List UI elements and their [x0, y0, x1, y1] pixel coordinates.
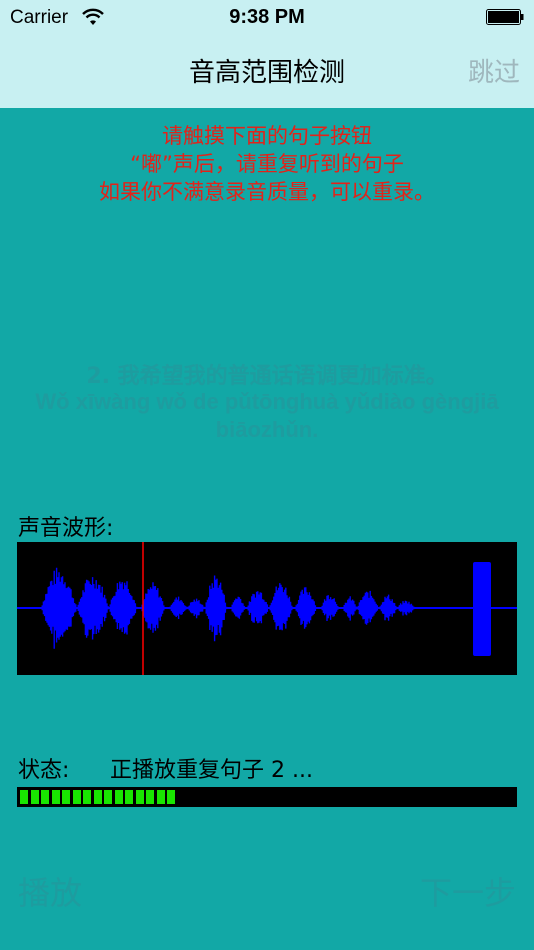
- instructions: 请触摸下面的句子按钮 “嘟”声后，请重复听到的句子 如果你不满意录音质量，可以重…: [0, 122, 534, 206]
- battery-icon: [486, 9, 524, 25]
- progress-segment: [62, 790, 70, 804]
- progress-segment: [114, 790, 123, 804]
- progress-segment: [72, 790, 81, 804]
- status-text: 正播放重复句子 2 ...: [110, 758, 313, 783]
- skip-button[interactable]: 跳过: [468, 52, 520, 89]
- progress-fill: [17, 787, 182, 807]
- waveform-beep: [473, 562, 491, 656]
- next-button[interactable]: 下一步: [420, 868, 516, 914]
- progress-bar: [17, 787, 517, 807]
- progress-segment: [41, 790, 49, 804]
- play-button[interactable]: 播放: [18, 868, 82, 914]
- progress-segment: [20, 790, 28, 804]
- status-bar: Carrier 9:38 PM: [0, 0, 534, 38]
- clock: 9:38 PM: [229, 6, 305, 28]
- sentence-button-chinese[interactable]: 2. 我希望我的普通话语调更加标准。: [0, 358, 534, 390]
- progress-segment: [167, 790, 175, 804]
- progress-segment: [135, 790, 144, 804]
- progress-segment: [83, 790, 91, 804]
- instruction-line: “嘟”声后，请重复听到的句子: [130, 152, 404, 176]
- waveform-graphic: [17, 542, 517, 675]
- progress-segment: [156, 790, 165, 804]
- navigation-bar: Carrier 9:38 PM 音高范围检测 跳过: [0, 0, 534, 108]
- status-label: 状态:: [18, 758, 70, 783]
- progress-segment: [104, 790, 112, 804]
- waveform-display: [17, 542, 517, 675]
- sentence-button-pinyin[interactable]: Wǒ xīwàng wǒ de pǔtōnghuà yǔdiào gèngjiā…: [6, 388, 528, 444]
- progress-segment: [125, 790, 133, 804]
- waveform-label: 声音波形:: [18, 516, 114, 541]
- instruction-line: 如果你不满意录音质量，可以重录。: [99, 180, 435, 204]
- progress-segment: [51, 790, 60, 804]
- progress-segment: [93, 790, 102, 804]
- progress-segment: [146, 790, 154, 804]
- instruction-line: 请触摸下面的句子按钮: [162, 124, 372, 148]
- progress-segment: [30, 790, 39, 804]
- page-title: 音高范围检测: [188, 58, 345, 88]
